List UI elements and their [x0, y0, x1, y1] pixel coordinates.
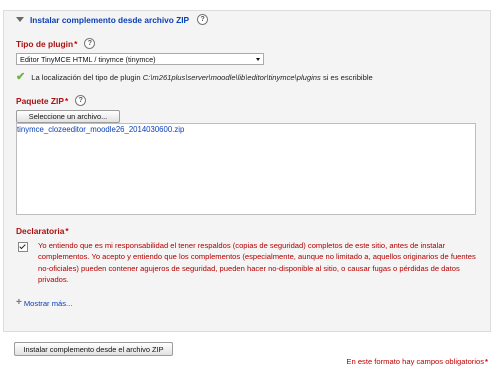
section-legend[interactable]: Instalar complemento desde archivo ZIP ?	[16, 14, 209, 25]
required-fields-note: En este formato hay campos obligatorios *	[346, 357, 488, 366]
location-prefix: La localización del tipo de plugin	[31, 73, 141, 82]
section-title[interactable]: Instalar complemento desde archivo ZIP	[30, 15, 189, 25]
plugin-type-label: Tipo de plugin * ?	[16, 38, 96, 49]
help-icon[interactable]: ?	[197, 14, 209, 25]
declaration-checkbox[interactable]	[18, 242, 28, 252]
required-mark: *	[485, 357, 488, 366]
select-file-button[interactable]: Seleccione un archivo...	[16, 110, 120, 123]
help-icon[interactable]: ?	[75, 95, 87, 106]
required-mark: *	[74, 38, 78, 49]
declaration-label: Declaratoria *	[16, 226, 69, 236]
declaration-label-text: Declaratoria	[16, 226, 65, 236]
package-zip-label-text: Paquete ZIP	[16, 95, 64, 106]
plus-icon[interactable]: +	[16, 298, 22, 308]
required-fields-note-text: En este formato hay campos obligatorios	[346, 357, 485, 366]
plugin-type-selected-value: Editor TinyMCE HTML / tinymce (tinymce)	[20, 55, 156, 64]
plugin-type-select[interactable]: Editor TinyMCE HTML / tinymce (tinymce)	[16, 53, 264, 65]
show-more-text[interactable]: Mostrar más...	[24, 299, 73, 308]
file-drop-area[interactable]: tinymce_clozeeditor_moodle26_2014030600.…	[16, 123, 476, 215]
triangle-down-icon[interactable]	[16, 17, 24, 22]
chevron-down-icon[interactable]	[256, 58, 260, 61]
declaration-row: Yo entiendo que es mi responsabilidad el…	[16, 240, 476, 285]
green-check-icon: ✔	[16, 71, 26, 83]
required-mark: *	[65, 226, 69, 236]
location-suffix: si es escribible	[322, 73, 373, 82]
location-check-message: ✔ La localización del tipo de plugin C:\…	[16, 72, 373, 83]
declaration-text: Yo entiendo que es mi responsabilidad el…	[38, 241, 476, 284]
install-from-zip-button[interactable]: Instalar complemento desde el archivo ZI…	[14, 342, 173, 356]
show-more-link[interactable]: + Mostrar más...	[16, 298, 72, 308]
help-icon[interactable]: ?	[84, 38, 96, 49]
location-path: C:\m261plus\server\moodle\lib\editor\tin…	[142, 73, 321, 82]
uploaded-file-link[interactable]: tinymce_clozeeditor_moodle26_2014030600.…	[17, 125, 184, 134]
required-mark: *	[64, 95, 69, 106]
package-zip-label: Paquete ZIP * ?	[16, 95, 87, 106]
plugin-type-label-text: Tipo de plugin	[16, 38, 74, 49]
